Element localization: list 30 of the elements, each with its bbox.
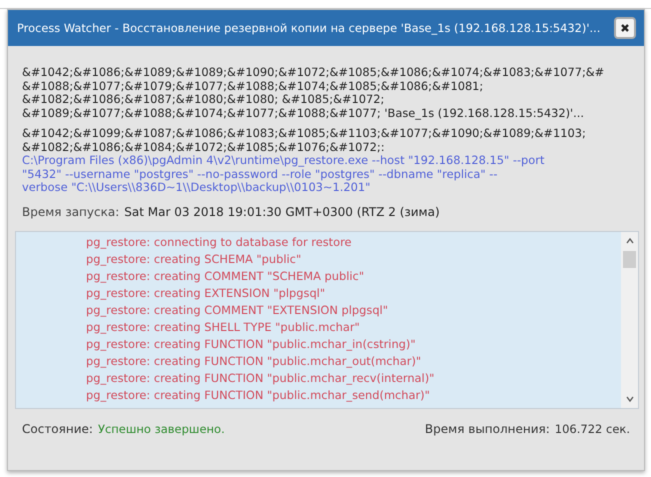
start-time-label: Время запуска: xyxy=(22,204,120,218)
log-line: pg_restore: creating FUNCTION "public.mchar_out(mchar)" xyxy=(86,352,422,370)
description-text: &#1042;&#1086;&#1089;&#1089;&#1090;&#1072;&#1085;&#1086;&#1074;&#1083;&#1077;&# xyxy=(22,66,606,80)
log-line: pg_restore: connecting to database for restore xyxy=(86,234,353,250)
description-text: &#1089;&#1077;&#1088;&#1074;&#1077;&#1088;&#1077; 'Base_1s (192.168.128.15:5432)'... xyxy=(22,106,586,120)
log-line: pg_restore: creating COMMENT "SCHEMA public" xyxy=(86,268,366,284)
log-line: pg_restore: creating FUNCTION "public.mchar_in(cstring)" xyxy=(86,336,417,352)
description-text: &#1082;&#1086;&#1087;&#1080;&#1080; &#1085;&#1072; xyxy=(22,93,386,106)
command-text: "5432" --username "postgres" --no-password --role "postgres" --dbname "replica" -- xyxy=(22,168,498,181)
log-line: pg_restore: creating SHELL TYPE "public.mchar" xyxy=(86,318,361,336)
start-time-value: Sat Mar 03 2018 19:01:30 GMT+0300 (RTZ 2 (зима) xyxy=(124,204,440,218)
status-value: Успешно завершено. xyxy=(98,422,225,436)
log-line: pg_restore: creating COMMENT "EXTENSION plpgsql" xyxy=(86,302,389,318)
command-text: C:\Program Files (x86)\pgAdmin 4\v2\runtime\pg_restore.exe --host "192.168.128.15" --port xyxy=(22,154,546,168)
window-title: Process Watcher - Восстановление резервной копии на сервере 'Base_1s (192.168.128.15:5432)'... xyxy=(17,21,600,35)
scrollbar-thumb[interactable] xyxy=(623,250,636,268)
status-label: Состояние: xyxy=(22,422,93,436)
description-text: &#1088;&#1077;&#1079;&#1077;&#1088;&#1074;&#1085;&#1086;&#1081; xyxy=(22,80,484,93)
log-line: pg_restore: creating EXTENSION "plpgsql" xyxy=(86,284,326,302)
log-line: pg_restore: creating FUNCTION "public.mchar_send(mchar)" xyxy=(86,386,431,404)
command-label: &#1042;&#1099;&#1087;&#1086;&#1083;&#1085;&#1103;&#1077;&#1090;&#1089;&#1103; xyxy=(22,127,587,140)
command-label: &#1082;&#1086;&#1084;&#1072;&#1085;&#1076;&#1072;: xyxy=(22,140,386,154)
log-line: pg_restore: creating SCHEMA "public" xyxy=(86,250,302,268)
close-button[interactable] xyxy=(614,17,636,39)
duration-label: Время выполнения: xyxy=(424,422,550,436)
log-line: pg_restore: creating FUNCTION "public.mchar_recv(internal)" xyxy=(86,370,436,386)
duration-value: 106.722 сек. xyxy=(554,422,630,436)
close-icon xyxy=(620,23,630,33)
command-text: verbose "C:\\Users\\836D~1\\Desktop\\backup\\0103~1.201" xyxy=(22,181,370,194)
scrollbar[interactable] xyxy=(621,232,638,408)
